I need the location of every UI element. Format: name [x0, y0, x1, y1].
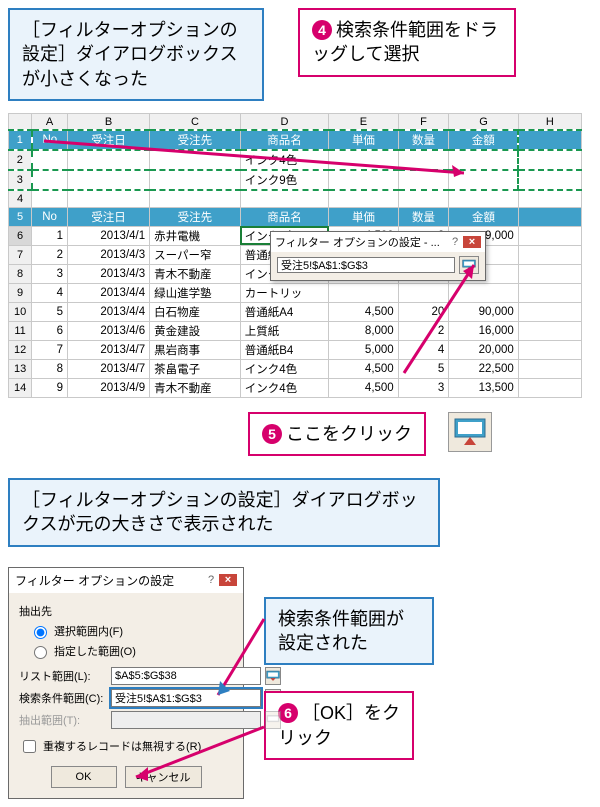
criteria-header-row[interactable]: 1 No受注日受注先商品名単価数量金額 [9, 130, 582, 150]
callout-text: ここをクリック [286, 424, 412, 444]
extract-section-label: 抽出先 [19, 603, 233, 619]
list-range-input[interactable] [111, 667, 261, 685]
callout-step6: 6［OK］をクリック [264, 691, 414, 760]
callout-dialog-collapsed: ［フィルターオプションの設定］ダイアログボックスが小さくなった [8, 8, 264, 101]
table-row[interactable]: 12 72013/4/7黒岩商事普通紙B45,000420,000 [9, 340, 582, 359]
help-button[interactable]: ? [447, 236, 463, 248]
step-badge-4: 4 [312, 20, 332, 40]
callout-text: ［フィルターオプションの設定］ダイアログボックスが元の大きさで表示された [22, 490, 418, 534]
criteria-row-2[interactable]: 3 インク9色 [9, 170, 582, 190]
callout-step5: 5ここをクリック [248, 412, 426, 456]
table-row[interactable]: 13 82013/4/7茶畠電子インク4色4,500522,500 [9, 359, 582, 378]
criteria-range-input[interactable] [111, 689, 261, 707]
copy-to-label: 抽出範囲(T): [19, 712, 107, 728]
table-row[interactable]: 10 52013/4/4白石物産普通紙A44,5002090,000 [9, 302, 582, 321]
callout-step4: 4検索条件範囲をドラッグして選択 [298, 8, 516, 77]
copy-to-input [111, 711, 261, 729]
criteria-row-1[interactable]: 2 インク4色 [9, 150, 582, 170]
filter-in-place-radio[interactable] [34, 626, 47, 639]
criteria-range-label: 検索条件範囲(C): [19, 690, 107, 706]
table-row[interactable]: 11 62013/4/6黄金建設上質紙8,000216,000 [9, 321, 582, 340]
callout-criteria-set: 検索条件範囲が設定された [264, 597, 434, 666]
list-range-label: リスト範囲(L): [19, 668, 107, 684]
table-row[interactable]: 9 42013/4/4緑山進学塾カートリッ [9, 283, 582, 302]
ok-button[interactable]: OK [51, 766, 117, 788]
checkbox-label: 重複するレコードは無視する(R) [43, 738, 201, 754]
filter-options-dialog[interactable]: フィルター オプションの設定 ? × 抽出先 選択範囲内(F) 指定した範囲(O… [8, 567, 244, 799]
close-button[interactable]: × [219, 574, 237, 586]
callout-dialog-restored: ［フィルターオプションの設定］ダイアログボックスが元の大きさで表示された [8, 478, 440, 547]
callout-text: 検索条件範囲が設定された [278, 609, 404, 653]
radio-label: 選択範囲内(F) [54, 623, 123, 639]
callout-text: ［フィルターオプションの設定］ダイアログボックスが小さくなった [22, 20, 238, 89]
expand-dialog-icon [448, 412, 492, 452]
radio-label: 指定した範囲(O) [54, 643, 136, 659]
data-header-row[interactable]: 5 No受注日受注先商品名単価数量金額 [9, 207, 582, 226]
criteria-range-input[interactable] [277, 257, 455, 273]
column-header-row[interactable]: ABCDEFGH [9, 113, 582, 130]
help-button[interactable]: ? [203, 574, 219, 586]
callout-text: 検索条件範囲をドラッグして選択 [312, 20, 498, 64]
dialog-title: フィルター オプションの設定 - ... [275, 234, 447, 250]
unique-records-checkbox[interactable] [23, 740, 36, 753]
collapse-copy-to-button [265, 711, 281, 729]
step-badge-6: 6 [278, 703, 298, 723]
step-badge-5: 5 [262, 424, 282, 444]
empty-row[interactable]: 4 [9, 190, 582, 207]
dialog-title: フィルター オプションの設定 [15, 572, 203, 589]
cancel-button[interactable]: キャンセル [125, 766, 202, 788]
filter-options-dialog-collapsed[interactable]: フィルター オプションの設定 - ... ? × [270, 231, 486, 281]
table-row[interactable]: 14 92013/4/9青木不動産インク4色4,500313,500 [9, 378, 582, 397]
close-button[interactable]: × [463, 236, 481, 248]
copy-to-range-radio[interactable] [34, 646, 47, 659]
expand-dialog-button[interactable] [459, 256, 479, 274]
spreadsheet-area: ABCDEFGH 1 No受注日受注先商品名単価数量金額 2 インク4色 3 イ… [8, 113, 582, 398]
